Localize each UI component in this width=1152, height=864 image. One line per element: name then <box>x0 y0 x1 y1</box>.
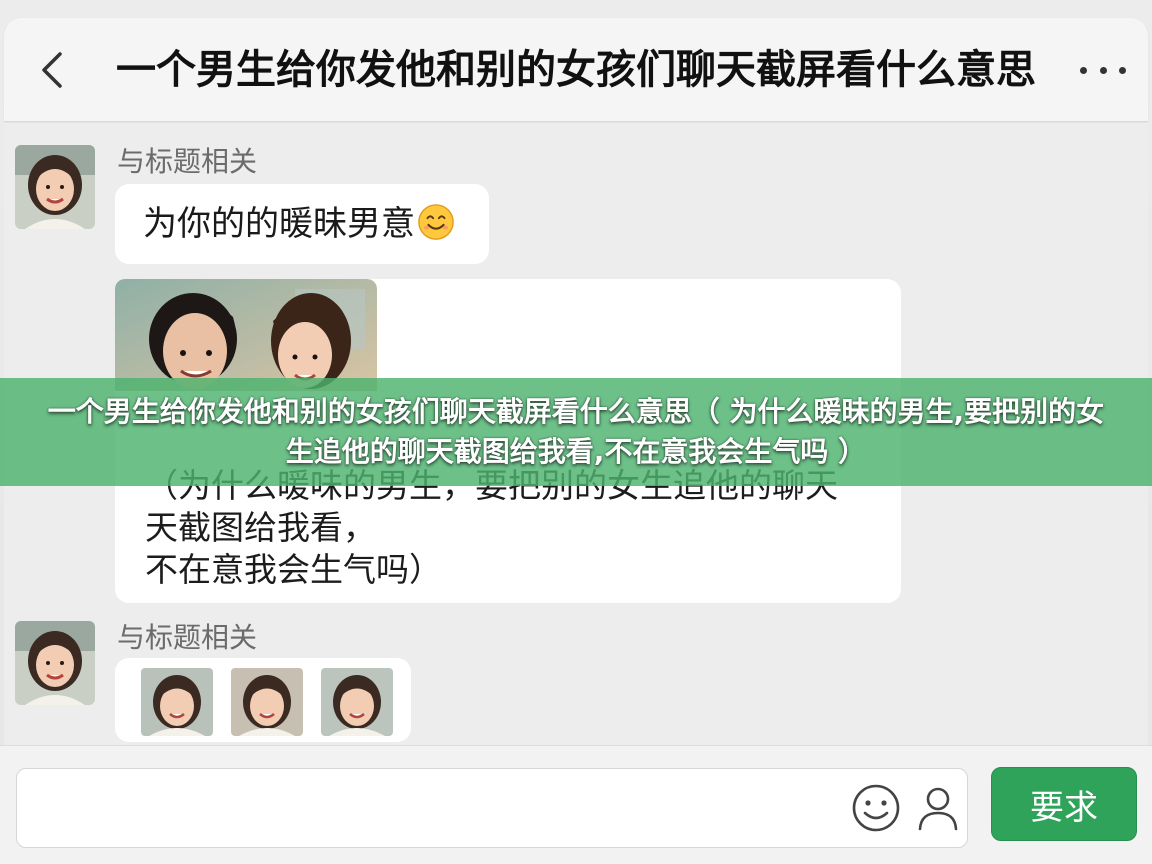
girl-photo-icon <box>321 668 393 736</box>
emoji-icon[interactable] <box>849 781 903 835</box>
user-icon[interactable] <box>913 781 963 835</box>
girl-avatar-icon <box>15 621 95 705</box>
message-text: 为你的的暖昧男意 <box>143 204 415 244</box>
girl-photo-icon <box>231 668 303 736</box>
banner-text: 一个男生给你发他和别的女孩们聊天截屏看什么意思（ 为什么暖昧的男生,要把别的女生… <box>47 395 1105 468</box>
couple-photo[interactable] <box>115 279 377 391</box>
girl-avatar-icon <box>15 145 95 229</box>
thumbnail-image[interactable] <box>141 668 213 736</box>
sender-name: 与标题相关 <box>117 145 258 178</box>
message-bubble[interactable]: 为你的的暖昧男意 <box>115 184 489 264</box>
title-banner: 一个男生给你发他和别的女孩们聊天截屏看什么意思（ 为什么暖昧的男生,要把别的女生… <box>0 378 1152 486</box>
avatar[interactable] <box>15 621 95 705</box>
thumbnail-image[interactable] <box>321 668 393 736</box>
smiling-face-icon <box>418 204 454 240</box>
message-input[interactable] <box>33 769 813 847</box>
more-dot <box>1099 66 1107 74</box>
page-title: 一个男生给你发他和别的女孩们聊天截屏看什么意思 <box>116 47 1036 93</box>
girl-photo-icon <box>141 668 213 736</box>
header-bar: 一个男生给你发他和别的女孩们聊天截屏看什么意思 <box>4 18 1148 122</box>
more-dots-icon <box>1080 66 1087 74</box>
send-button[interactable]: 要求 <box>991 767 1137 841</box>
more-button[interactable] <box>1080 58 1126 82</box>
couple-photo-image <box>115 279 377 391</box>
chat-app: 一个男生给你发他和别的女孩们聊天截屏看什么意思 与标题相关 为你的的暖昧男意 天… <box>0 0 1152 864</box>
image-grid-bubble[interactable] <box>115 658 411 742</box>
input-bar: 要求 <box>0 745 1152 864</box>
avatar[interactable] <box>15 145 95 229</box>
back-button[interactable] <box>32 48 72 92</box>
sender-name: 与标题相关 <box>117 621 258 654</box>
message-input-box[interactable] <box>16 768 968 848</box>
thumbnail-image[interactable] <box>231 668 303 736</box>
more-dot <box>1119 66 1126 74</box>
chevron-left-icon <box>42 52 62 88</box>
